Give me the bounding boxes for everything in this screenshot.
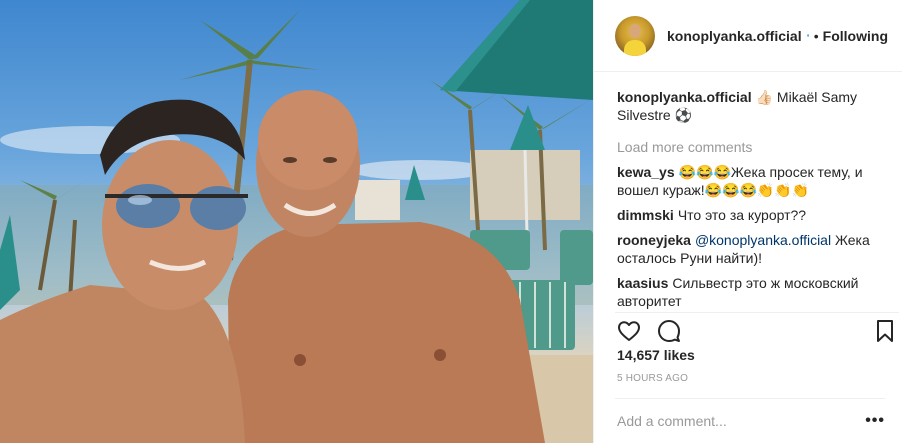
comment-mention[interactable]: @konoplyanka.official	[695, 232, 831, 248]
post-side-panel: konoplyanka.official • Following konoply…	[593, 0, 902, 443]
photo-illustration	[0, 0, 593, 443]
add-comment-bar: Add a comment... •••	[615, 398, 885, 443]
avatar[interactable]	[615, 15, 655, 56]
speech-bubble-icon[interactable]	[657, 319, 681, 343]
likes-count[interactable]: 14,657 likes	[617, 347, 695, 363]
post-photo[interactable]	[0, 0, 593, 443]
list-item: rooneyjeka @konoplyanka.official Жека ост…	[617, 231, 887, 267]
more-options-button[interactable]: •••	[865, 412, 885, 430]
comment-input[interactable]: Add a comment...	[615, 413, 865, 429]
bookmark-icon[interactable]	[875, 319, 895, 343]
action-bar	[615, 312, 899, 342]
list-item: kaasius Сильвестр это ж московский автори…	[617, 274, 887, 310]
list-item: dimmski Что это за курорт??	[617, 206, 887, 224]
post-timestamp: 5 HOURS AGO	[617, 373, 689, 384]
heart-icon[interactable]	[617, 319, 641, 343]
list-item: kewa_ys 😂😂😂Жека просек тему, и вошел кура…	[617, 163, 887, 199]
post-author-username[interactable]: konoplyanka.official	[667, 28, 802, 44]
header-separator: •	[813, 27, 819, 44]
comment-text: Что это за курорт??	[677, 207, 807, 223]
caption-username[interactable]: konoplyanka.official	[617, 89, 752, 105]
comments-list: konoplyanka.official 👍🏻 Mikaël Samy Silve…	[617, 88, 887, 317]
post-header: konoplyanka.official • Following	[594, 0, 902, 72]
caption: konoplyanka.official 👍🏻 Mikaël Samy Silve…	[617, 88, 887, 124]
following-button[interactable]: Following	[823, 28, 888, 44]
load-more-comments-link[interactable]: Load more comments	[617, 138, 887, 156]
comment-username[interactable]: rooneyjeka	[617, 232, 691, 248]
comment-username[interactable]: kaasius	[617, 275, 668, 291]
comment-username[interactable]: dimmski	[617, 207, 674, 223]
verified-badge-icon	[806, 34, 809, 37]
comment-username[interactable]: kewa_ys	[617, 164, 675, 180]
